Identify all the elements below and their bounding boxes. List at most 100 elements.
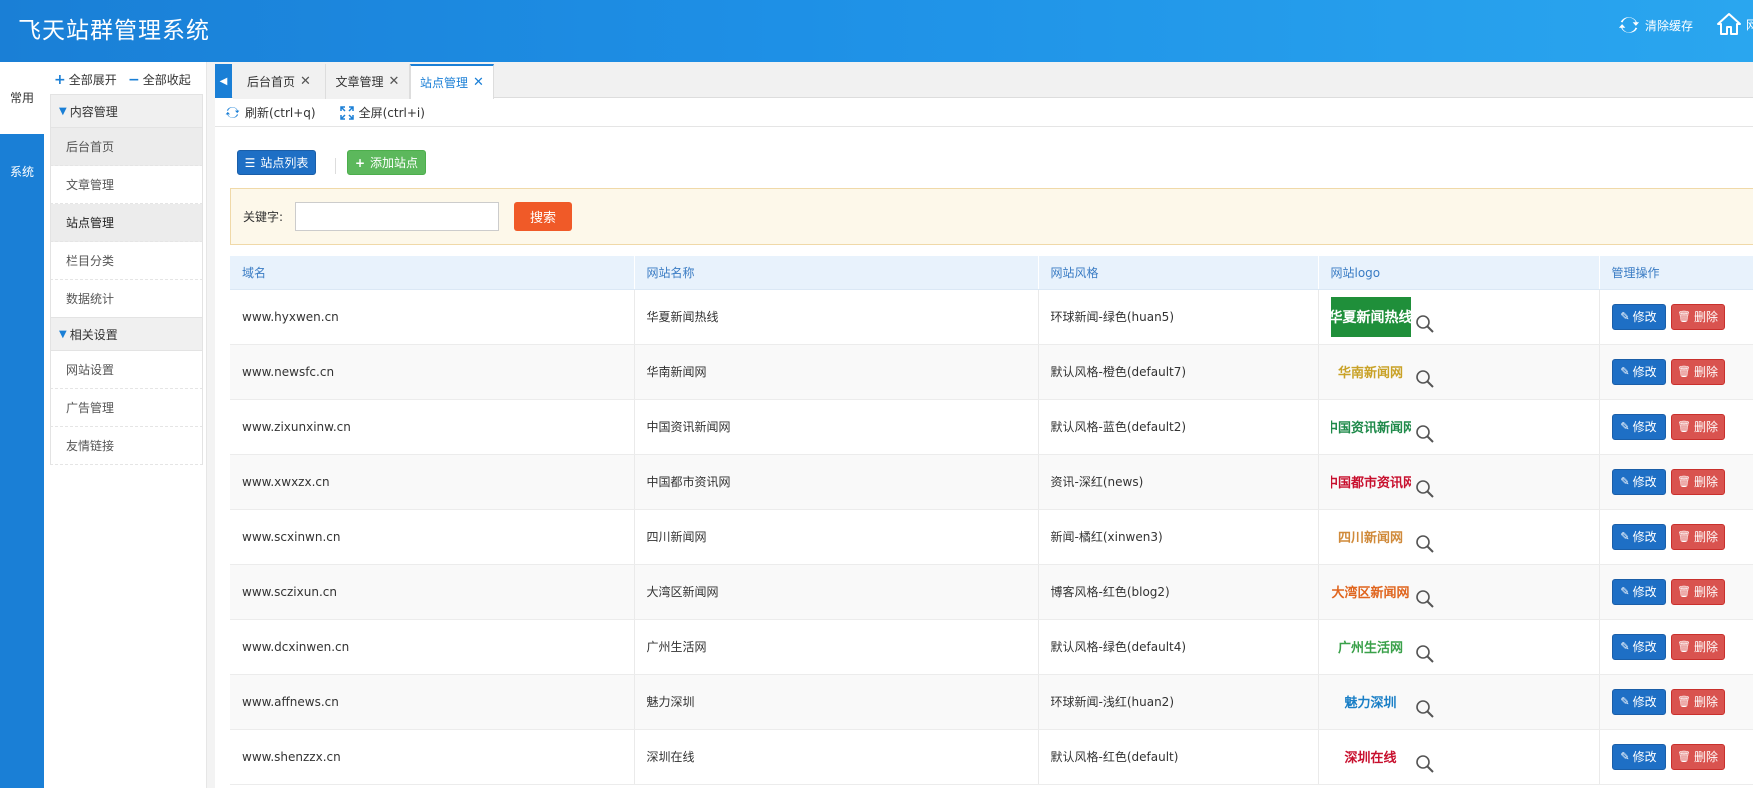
edit-button[interactable]: ✎ 修改 — [1611, 578, 1666, 605]
sidebar-item-ads[interactable]: 广告管理 — [50, 389, 203, 427]
edit-button[interactable]: ✎ 修改 — [1611, 413, 1666, 440]
site-logo-cell: 广州生活网 — [1318, 619, 1600, 675]
edit-button[interactable]: ✎ 修改 — [1611, 633, 1666, 660]
sidebar-group-header[interactable]: ▼ 内容管理 — [50, 94, 203, 128]
sidebar-item-sites[interactable]: 站点管理 — [50, 204, 203, 242]
rail-tab-system[interactable]: 系统 — [0, 160, 44, 184]
collapse-all-button[interactable]: − 全部收起 — [128, 71, 191, 88]
close-icon[interactable]: ✕ — [473, 75, 484, 90]
magnifier-icon[interactable] — [1415, 754, 1435, 774]
delete-button[interactable]: 🗑 删除 — [1670, 743, 1725, 770]
delete-button[interactable]: 🗑 删除 — [1670, 578, 1725, 605]
tab-sites[interactable]: 站点管理 ✕ — [410, 64, 494, 99]
clear-cache-button[interactable]: 清除缓存 — [1618, 14, 1693, 36]
sidebar-toggle-button[interactable]: ◀ — [215, 64, 232, 98]
sidebar-item-site-settings[interactable]: 网站设置 — [50, 351, 203, 389]
app-header: 飞天站群管理系统 清除缓存 网 — [0, 0, 1753, 62]
pencil-icon: ✎ — [1620, 695, 1630, 708]
table-row: www.xwxzx.cn 中国都市资讯网 资讯-深红(news) 中国都市资讯网 ✎ 修改… — [230, 454, 1753, 510]
magnifier-icon[interactable] — [1415, 424, 1435, 444]
delete-button[interactable]: 🗑 删除 — [1670, 633, 1725, 660]
domain-cell[interactable]: www.newsfc.cn — [230, 344, 635, 400]
delete-button[interactable]: 🗑 删除 — [1670, 303, 1725, 330]
magnifier-icon[interactable] — [1415, 589, 1435, 609]
edit-button[interactable]: ✎ 修改 — [1611, 688, 1666, 715]
site-style-cell: 环球新闻-绿色(huan5) — [1038, 289, 1319, 345]
domain-cell[interactable]: www.affnews.cn — [230, 674, 635, 730]
edit-button[interactable]: ✎ 修改 — [1611, 523, 1666, 550]
magnifier-icon[interactable] — [1415, 534, 1435, 554]
home-label: 网 — [1746, 17, 1753, 32]
column-header: 网站logo — [1318, 256, 1600, 290]
sidebar-group-header[interactable]: ▼ 相关设置 — [50, 317, 203, 351]
fullscreen-icon — [339, 105, 354, 120]
edit-button[interactable]: ✎ 修改 — [1611, 358, 1666, 385]
magnifier-icon[interactable] — [1415, 369, 1435, 389]
trash-icon: 🗑 — [1677, 750, 1691, 763]
site-list-button[interactable]: ☰ 站点列表 — [237, 150, 316, 175]
site-name-cell: 中国资讯新闻网 — [634, 399, 1039, 455]
list-icon: ☰ — [244, 155, 256, 170]
delete-button[interactable]: 🗑 删除 — [1670, 523, 1725, 550]
delete-button[interactable]: 🗑 删除 — [1670, 468, 1725, 495]
trash-icon: 🗑 — [1677, 420, 1691, 433]
edit-button[interactable]: ✎ 修改 — [1611, 743, 1666, 770]
actions-cell: ✎ 修改 🗑 删除 — [1599, 674, 1753, 730]
tab-label: 文章管理 — [335, 75, 384, 89]
add-site-label: 添加站点 — [370, 156, 419, 170]
fullscreen-button[interactable]: 全屏(ctrl+i) — [339, 104, 425, 121]
edit-button[interactable]: ✎ 修改 — [1611, 303, 1666, 330]
site-logo-cell: 华夏新闻热线 — [1318, 289, 1600, 345]
magnifier-icon[interactable] — [1415, 644, 1435, 664]
search-button[interactable]: 搜索 — [514, 202, 572, 231]
delete-label: 删除 — [1693, 585, 1718, 599]
close-icon[interactable]: ✕ — [300, 74, 311, 89]
edit-button[interactable]: ✎ 修改 — [1611, 468, 1666, 495]
table-header-row: 域名 网站名称 网站风格 网站logo 管理操作 — [230, 256, 1753, 290]
trash-icon: 🗑 — [1677, 585, 1691, 598]
delete-button[interactable]: 🗑 删除 — [1670, 413, 1725, 440]
actions-cell: ✎ 修改 🗑 删除 — [1599, 564, 1753, 620]
domain-cell[interactable]: www.hyxwen.cn — [230, 289, 635, 345]
magnifier-icon[interactable] — [1415, 479, 1435, 499]
expand-all-button[interactable]: + 全部展开 — [54, 71, 117, 88]
close-icon[interactable]: ✕ — [389, 74, 400, 89]
rail-tab-common[interactable]: 常用 — [0, 62, 44, 134]
domain-cell[interactable]: www.xwxzx.cn — [230, 454, 635, 510]
delete-button[interactable]: 🗑 删除 — [1670, 358, 1725, 385]
domain-cell[interactable]: www.zixunxinw.cn — [230, 399, 635, 455]
domain-cell[interactable]: www.dcxinwen.cn — [230, 619, 635, 675]
actions-cell: ✎ 修改 🗑 删除 — [1599, 729, 1753, 785]
site-logo: 中国资讯新闻网 — [1330, 421, 1411, 436]
site-style-cell: 资讯-深红(news) — [1038, 454, 1319, 510]
edit-label: 修改 — [1632, 585, 1657, 599]
sidebar: + 全部展开 − 全部收起 ▼ 内容管理 后台首页 文章管理 站点管理 栏目分类… — [44, 62, 207, 788]
tab-dashboard[interactable]: 后台首页 ✕ — [233, 64, 326, 99]
minus-icon: − — [128, 71, 140, 88]
delete-label: 删除 — [1693, 750, 1718, 764]
sidebar-item-statistics[interactable]: 数据统计 — [50, 280, 203, 318]
add-site-button[interactable]: + 添加站点 — [347, 150, 426, 175]
refresh-button[interactable]: 刷新(ctrl+q) — [225, 104, 316, 121]
sidebar-item-articles[interactable]: 文章管理 — [50, 166, 203, 204]
domain-cell[interactable]: www.shenzzx.cn — [230, 729, 635, 785]
pencil-icon: ✎ — [1620, 475, 1630, 488]
magnifier-icon[interactable] — [1415, 314, 1435, 334]
domain-cell[interactable]: www.sczixun.cn — [230, 564, 635, 620]
sidebar-item-categories[interactable]: 栏目分类 — [50, 242, 203, 280]
site-logo-cell: 大湾区新闻网 — [1318, 564, 1600, 620]
sidebar-item-dashboard[interactable]: 后台首页 — [50, 128, 203, 166]
table-row: www.newsfc.cn 华南新闻网 默认风格-橙色(default7) 华南新闻网… — [230, 344, 1753, 400]
refresh-icon — [1618, 17, 1640, 33]
delete-button[interactable]: 🗑 删除 — [1670, 688, 1725, 715]
table-row: www.affnews.cn 魅力深圳 环球新闻-浅红(huan2) 魅力深圳 ✎ 修改 🗑… — [230, 674, 1753, 730]
tab-articles[interactable]: 文章管理 ✕ — [326, 64, 410, 99]
magnifier-icon[interactable] — [1415, 699, 1435, 719]
keyword-input[interactable] — [295, 202, 499, 231]
toolbar: 刷新(ctrl+q) 全屏(ctrl+i) — [215, 99, 1753, 127]
home-link[interactable]: 网 — [1716, 12, 1753, 36]
site-style-cell: 环球新闻-浅红(huan2) — [1038, 674, 1319, 730]
sidebar-item-friend-links[interactable]: 友情链接 — [50, 427, 203, 465]
chevron-down-icon: ▼ — [59, 105, 67, 117]
domain-cell[interactable]: www.scxinwn.cn — [230, 509, 635, 565]
